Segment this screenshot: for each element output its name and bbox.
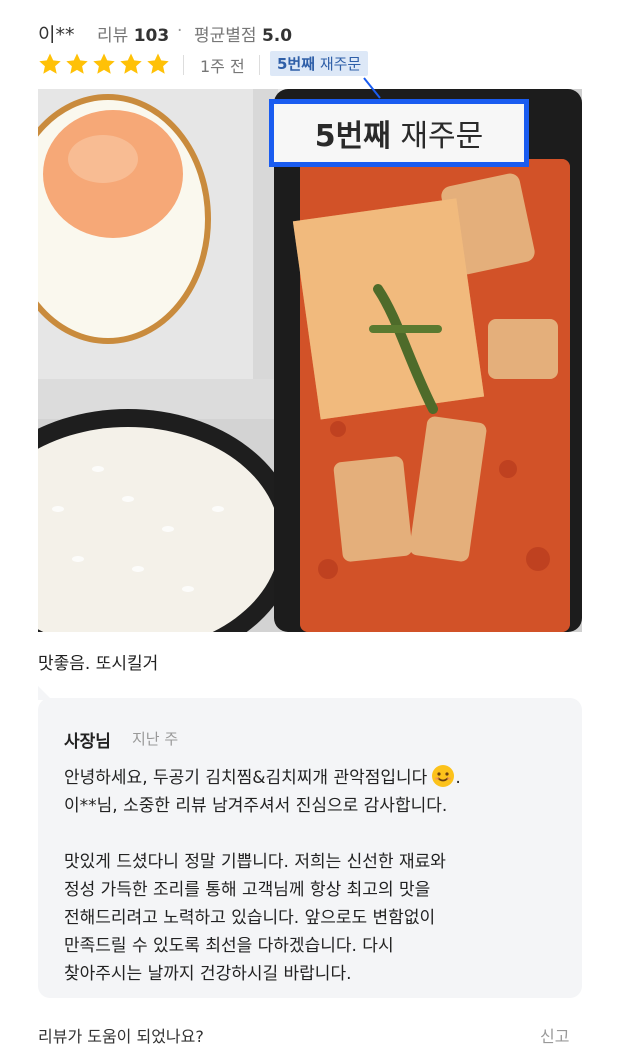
divider [183,55,184,75]
callout-connector [363,77,381,99]
owner-reply-text: 안녕하세요, 두공기 김치찜&김치찌개 관악점입니다. 이**님, 소중한 리뷰… [64,764,554,988]
owner-reply-date: 지난 주 [132,730,179,748]
reply-line: 맛있게 드셨다니 정말 기쁩니다. 저희는 신선한 재료와 [64,852,446,872]
separator-dot: · [177,21,183,41]
divider [259,55,260,75]
food-photo-illustration [38,89,582,632]
owner-label: 사장님 [64,732,111,752]
star-icon [147,53,169,74]
review-text: 맛좋음. 또시킬거 [38,654,159,674]
star-rating [38,52,170,76]
star-icon [39,53,61,74]
reply-line: 안녕하세요, 두공기 김치찜&김치찌개 관악점입니다. [64,764,554,792]
smile-emoji-icon [432,765,455,787]
star-icon [66,53,88,74]
helpful-question: 리뷰가 도움이 되었나요? [38,1027,204,1046]
reply-line: 찾아주시는 날까지 건강하시길 바랍니다. [64,964,352,984]
reviewer-average-rating: 평균별점 5.0 [194,26,293,46]
star-icon [120,53,142,74]
star-icon [93,53,115,74]
report-link[interactable]: 신고 [540,1023,569,1047]
reviewer-review-count: 리뷰 103 [97,26,170,46]
reply-line: 전해드리려고 노력하고 있습니다. 앞으로도 변함없이 [64,908,436,928]
reply-line: 이**님, 소중한 리뷰 남겨주셔서 진심으로 감사합니다. [64,796,448,816]
review-photo[interactable] [38,89,582,632]
reply-line: 만족드릴 수 있도록 최선을 다하겠습니다. 다시 [64,936,394,956]
reorder-badge: 5번째 재주문 [270,51,369,76]
review-date: 1주 전 [200,57,245,76]
reviewer-name: 이** [38,24,75,46]
reorder-callout: 5번째 재주문 [269,99,529,167]
reply-line: 정성 가득한 조리를 통해 고객님께 항상 최고의 맛을 [64,880,431,900]
